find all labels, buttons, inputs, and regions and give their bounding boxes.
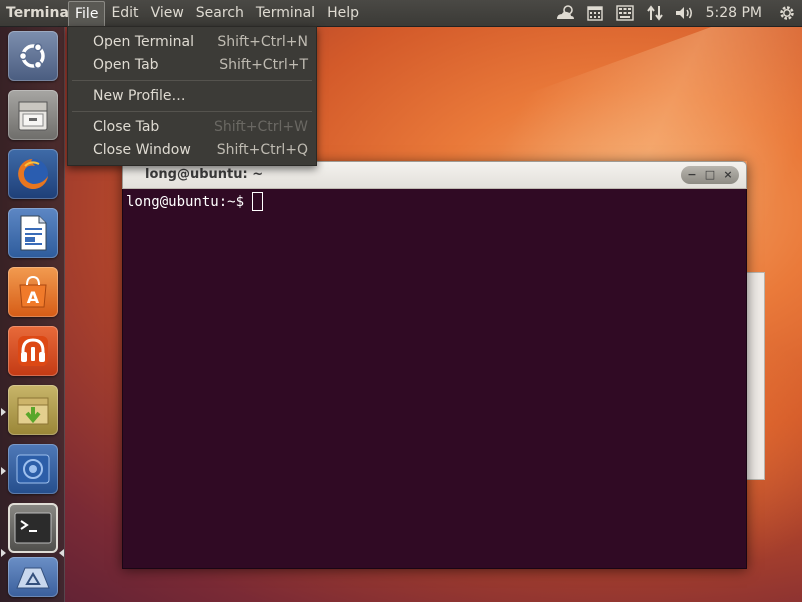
file-cabinet-icon bbox=[18, 101, 48, 131]
terminal-window[interactable]: long@ubuntu: ~ − □ × long@ubuntu:~$ bbox=[122, 161, 747, 569]
ubuntu-one-launcher-button[interactable] bbox=[8, 326, 58, 376]
menu-item-open-tab[interactable]: Open Tab Shift+Ctrl+T bbox=[68, 54, 316, 76]
keyboard-indicator-icon[interactable] bbox=[610, 0, 640, 26]
menu-item-label: New Profile… bbox=[93, 88, 186, 104]
maximize-button[interactable]: □ bbox=[702, 167, 718, 183]
text-cursor bbox=[252, 192, 264, 211]
archive-download-icon bbox=[17, 397, 49, 425]
window-controls: − □ × bbox=[681, 166, 739, 184]
launcher: A bbox=[0, 27, 65, 602]
files-launcher-button[interactable] bbox=[8, 90, 58, 140]
ubuntu-logo-icon bbox=[18, 43, 45, 69]
software-center-launcher-button[interactable]: A bbox=[8, 267, 58, 317]
running-indicator bbox=[1, 408, 6, 416]
menu-view[interactable]: View bbox=[145, 0, 190, 26]
menu-item-label: Open Terminal bbox=[93, 34, 195, 50]
shell-prompt: long@ubuntu:~$ bbox=[126, 193, 245, 210]
calendar-indicator-icon[interactable] bbox=[580, 0, 610, 26]
weather-indicator-icon[interactable] bbox=[550, 0, 580, 26]
menu-item-label: Close Tab bbox=[93, 119, 160, 135]
menu-search[interactable]: Search bbox=[190, 0, 250, 26]
software-center-icon: A bbox=[19, 275, 47, 308]
minimize-button[interactable]: − bbox=[684, 167, 700, 183]
menu-file[interactable]: File bbox=[68, 1, 106, 26]
menu-item-accelerator: Shift+Ctrl+N bbox=[217, 34, 308, 50]
network-indicator-icon[interactable] bbox=[640, 0, 670, 26]
menu-item-close-tab[interactable]: Close Tab Shift+Ctrl+W bbox=[68, 116, 316, 138]
workspace-switcher-button[interactable] bbox=[8, 444, 58, 494]
menu-separator bbox=[72, 80, 312, 81]
menu-item-accelerator: Shift+Ctrl+T bbox=[219, 57, 308, 73]
writer-document-icon bbox=[20, 215, 47, 251]
running-indicator bbox=[1, 549, 6, 557]
menu-terminal[interactable]: Terminal bbox=[250, 0, 321, 26]
svg-text:A: A bbox=[27, 288, 40, 307]
archive-launcher-button[interactable] bbox=[8, 385, 58, 435]
terminal-icon bbox=[14, 512, 52, 544]
top-panel: Terminal File Edit View Search Terminal … bbox=[0, 0, 802, 27]
clock[interactable]: 5:28 PM bbox=[700, 5, 772, 21]
menu-edit[interactable]: Edit bbox=[105, 0, 144, 26]
focused-indicator bbox=[59, 549, 64, 557]
menu-item-accelerator: Shift+Ctrl+Q bbox=[216, 142, 308, 158]
menu-item-close-window[interactable]: Close Window Shift+Ctrl+Q bbox=[68, 139, 316, 161]
file-menu-dropdown: Open Terminal Shift+Ctrl+N Open Tab Shif… bbox=[67, 26, 317, 166]
menu-separator bbox=[72, 111, 312, 112]
trash-icon bbox=[16, 567, 50, 589]
menu-item-open-terminal[interactable]: Open Terminal Shift+Ctrl+N bbox=[68, 31, 316, 53]
menu-item-accelerator: Shift+Ctrl+W bbox=[213, 119, 308, 135]
terminal-launcher-button[interactable] bbox=[8, 503, 58, 553]
running-indicator bbox=[1, 467, 6, 475]
dash-home-button[interactable] bbox=[8, 31, 58, 81]
firefox-icon bbox=[18, 159, 48, 189]
indicator-area: 5:28 PM bbox=[550, 0, 802, 26]
menu-help[interactable]: Help bbox=[321, 0, 365, 26]
session-gear-icon[interactable] bbox=[772, 0, 802, 26]
ubuntu-one-icon bbox=[18, 336, 48, 366]
app-title: Terminal bbox=[6, 5, 68, 21]
writer-launcher-button[interactable] bbox=[8, 208, 58, 258]
terminal-output[interactable]: long@ubuntu:~$ bbox=[122, 189, 747, 569]
menubar: File Edit View Search Terminal Help bbox=[68, 0, 365, 26]
menu-item-label: Open Tab bbox=[93, 57, 159, 73]
firefox-launcher-button[interactable] bbox=[8, 149, 58, 199]
menu-item-label: Close Window bbox=[93, 142, 191, 158]
close-button[interactable]: × bbox=[720, 167, 736, 183]
menu-item-new-profile[interactable]: New Profile… bbox=[68, 85, 316, 107]
trash-launcher-button[interactable] bbox=[8, 557, 58, 597]
workspace-switcher-icon bbox=[16, 454, 50, 484]
volume-indicator-icon[interactable] bbox=[670, 0, 700, 26]
